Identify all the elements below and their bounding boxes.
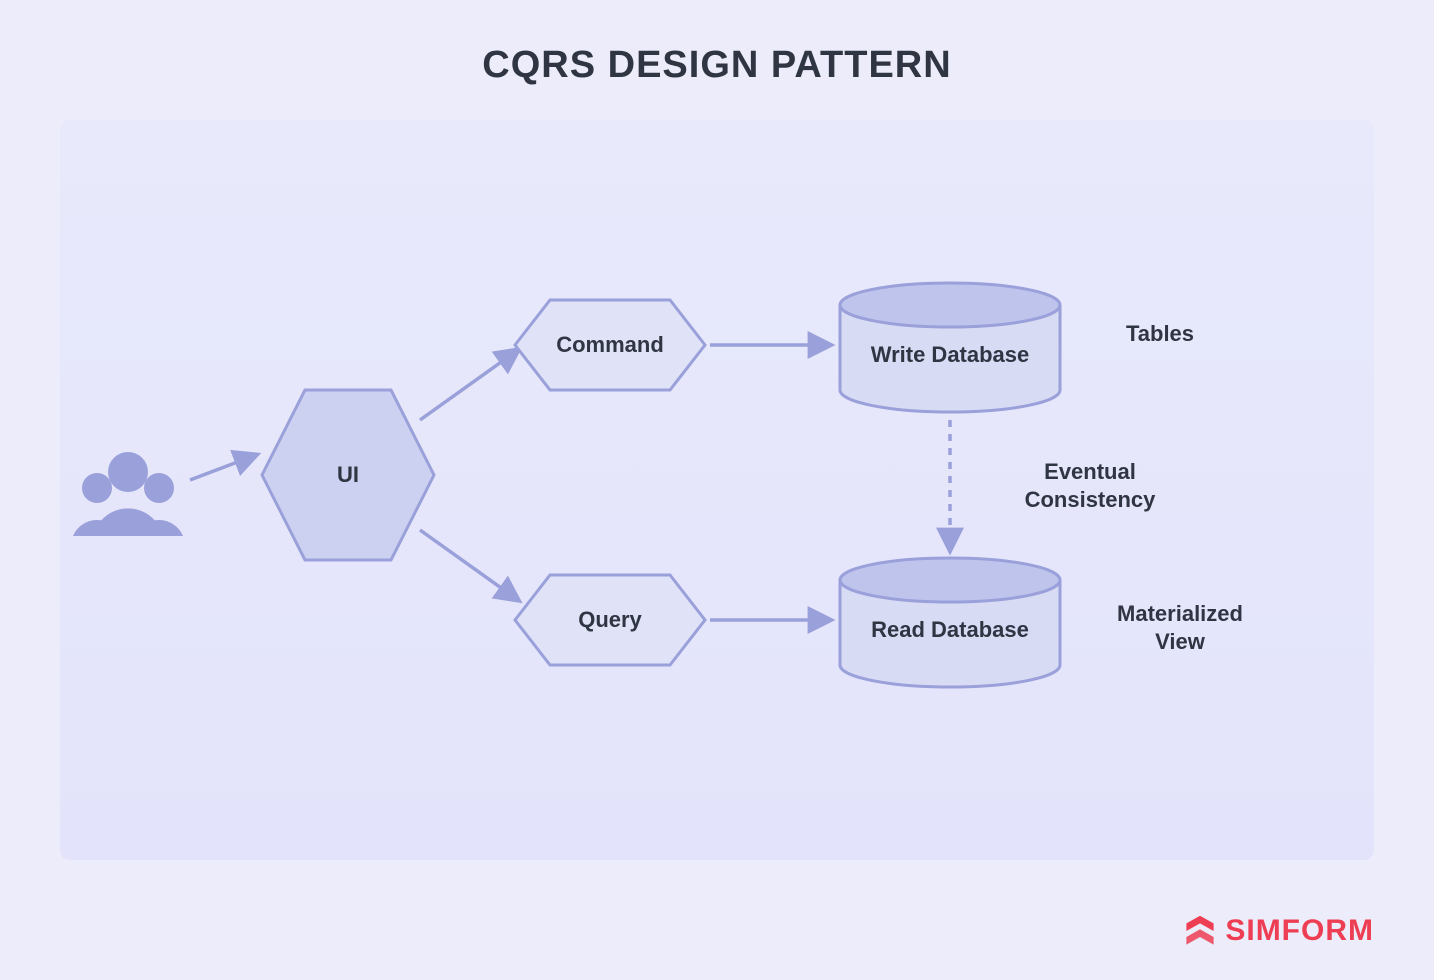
annotation-eventual-line1: Eventual [1044, 459, 1136, 484]
annotation-materialized-view: Materialized View [1090, 600, 1270, 655]
users-icon [73, 452, 183, 536]
arrow-ui-to-query [420, 530, 518, 600]
node-command-label: Command [550, 332, 670, 358]
brand-icon [1183, 914, 1217, 948]
annotation-matview-line1: Materialized [1117, 601, 1243, 626]
diagram-panel: UI Command Query Write Database Read Dat… [60, 120, 1374, 860]
diagram-canvas: CQRS DESIGN PATTERN [0, 0, 1434, 980]
arrow-users-to-ui [190, 455, 256, 480]
annotation-tables: Tables [1090, 320, 1230, 348]
node-query-label: Query [550, 607, 670, 633]
brand-text: SIMFORM [1225, 914, 1374, 948]
brand-logo: SIMFORM [1183, 914, 1374, 948]
annotation-eventual-line2: Consistency [1025, 487, 1156, 512]
node-write-db-label: Write Database [850, 342, 1050, 368]
node-read-db-label: Read Database [850, 617, 1050, 643]
node-ui-label: UI [318, 462, 378, 488]
annotation-matview-line2: View [1155, 629, 1205, 654]
arrow-ui-to-command [420, 350, 518, 420]
annotation-eventual-consistency: Eventual Consistency [1000, 458, 1180, 513]
diagram-title: CQRS DESIGN PATTERN [0, 44, 1434, 87]
